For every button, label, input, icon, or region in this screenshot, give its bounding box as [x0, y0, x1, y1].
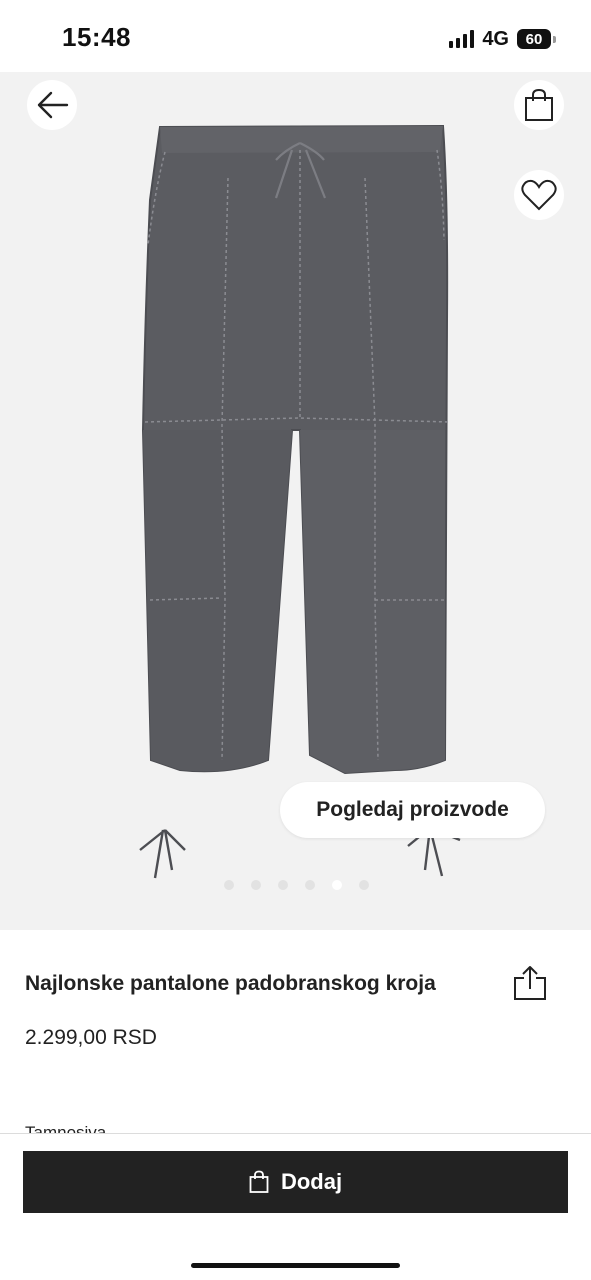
add-button-label: Dodaj	[280, 1169, 343, 1194]
add-to-bag-button[interactable]: Dodaj	[23, 1151, 568, 1213]
wishlist-button[interactable]	[514, 170, 564, 220]
product-gallery[interactable]: Pogledaj proizvode	[0, 72, 591, 930]
home-indicator[interactable]	[191, 1263, 400, 1268]
gallery-pagination[interactable]	[224, 880, 369, 890]
arrow-left-icon	[37, 91, 69, 119]
shopping-bag-button[interactable]	[514, 80, 564, 130]
product-title: Najlonske pantalone padobranskog kroja	[25, 972, 436, 995]
product-price: 2.299,00 RSD	[25, 1026, 157, 1049]
network-type: 4G	[482, 27, 509, 50]
gallery-dot[interactable]	[305, 880, 315, 890]
gallery-dot[interactable]	[359, 880, 369, 890]
gallery-dot[interactable]	[278, 880, 288, 890]
shopping-bag-icon	[525, 88, 553, 121]
status-time: 15:48	[62, 22, 131, 52]
battery-icon: 60	[517, 29, 556, 49]
gallery-dot-active[interactable]	[332, 880, 342, 890]
gallery-dot[interactable]	[224, 880, 234, 890]
view-products-button[interactable]: Pogledaj proizvode	[280, 782, 545, 838]
status-indicators: 4G 60	[449, 26, 556, 52]
battery-level: 60	[525, 30, 543, 48]
gallery-dot[interactable]	[251, 880, 261, 890]
share-button[interactable]	[512, 965, 548, 1001]
share-icon	[514, 966, 546, 1000]
shopping-bag-icon	[249, 1170, 269, 1193]
divider	[0, 1133, 591, 1134]
status-bar: 15:48 4G 60	[0, 0, 591, 72]
heart-icon	[521, 179, 557, 211]
back-button[interactable]	[27, 80, 77, 130]
signal-icon	[449, 30, 475, 48]
color-label: Tamnosiva	[25, 1124, 106, 1133]
